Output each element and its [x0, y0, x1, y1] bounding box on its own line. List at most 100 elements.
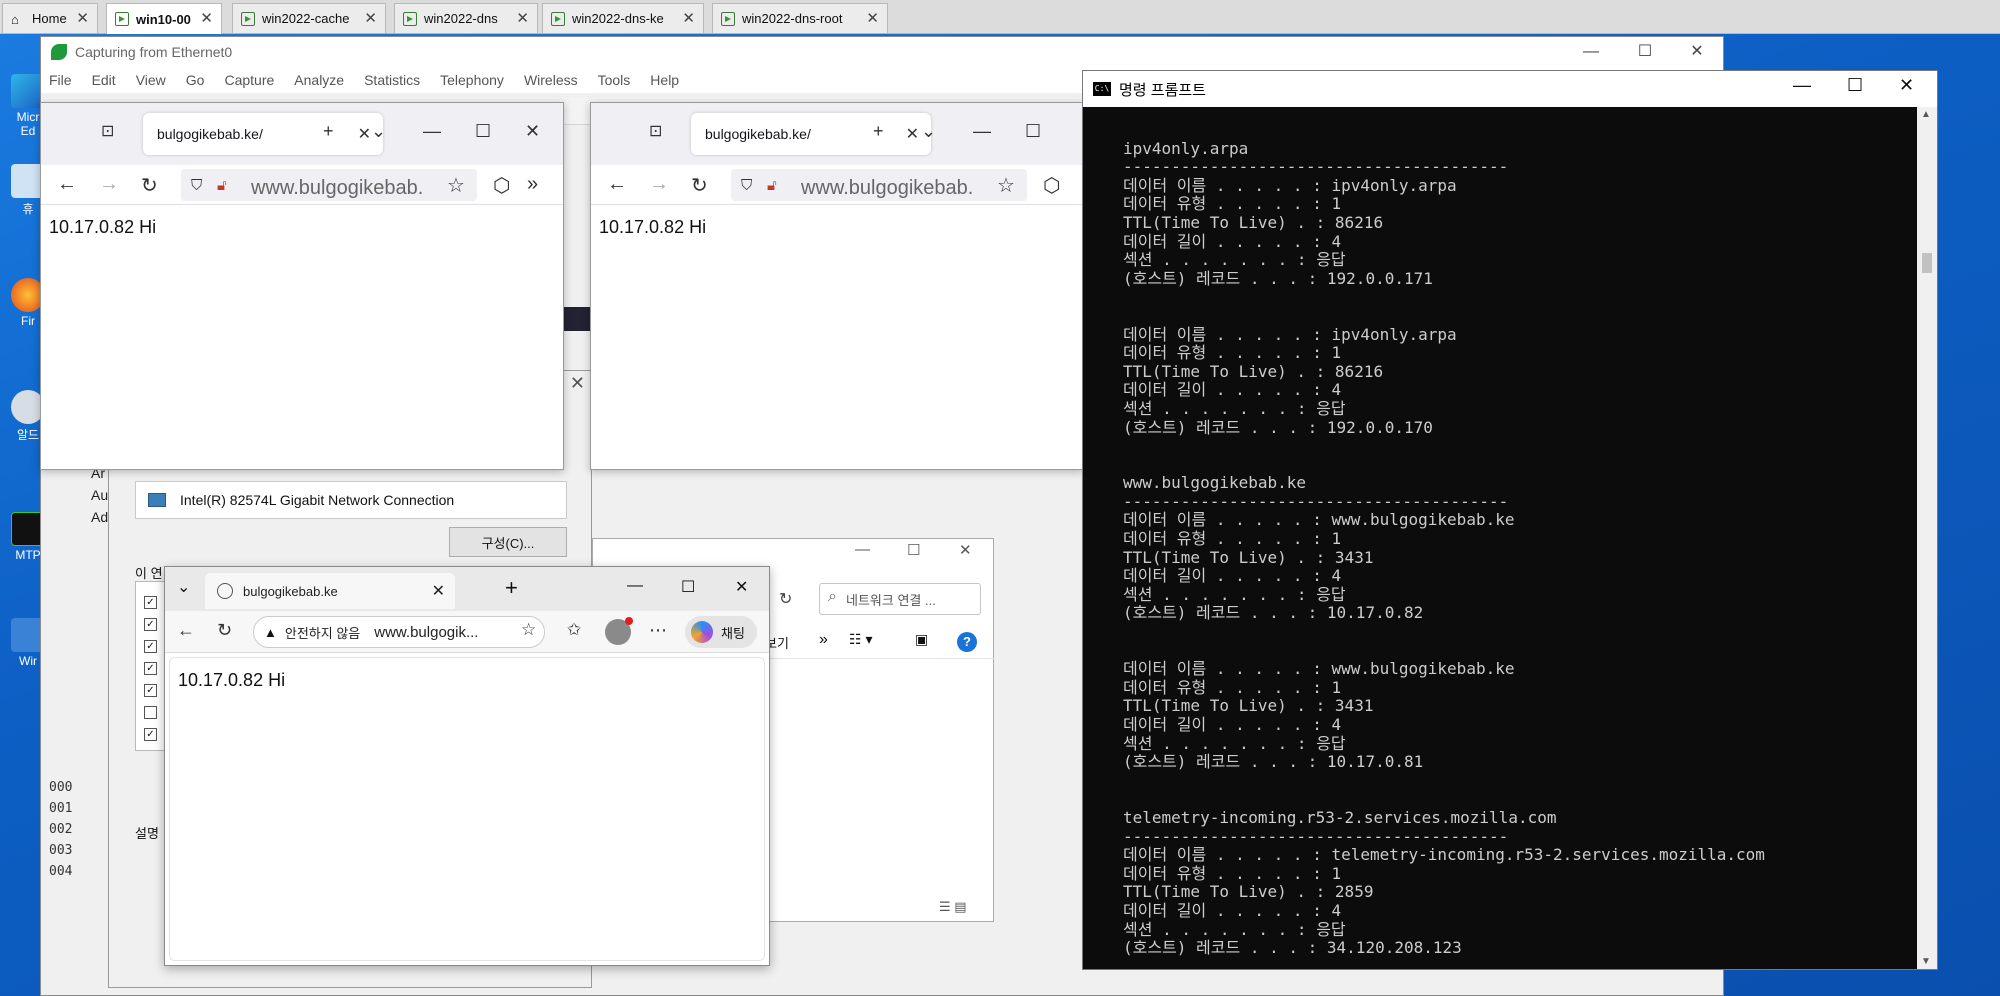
new-tab-icon[interactable]: +: [323, 121, 334, 142]
chevron-down-icon[interactable]: ⌄: [177, 577, 190, 597]
close-icon[interactable]: ✕: [866, 9, 879, 27]
extensions-icon[interactable]: ⬡: [493, 173, 510, 198]
firefox-tab[interactable]: bulgogikebab.ke/ ✕: [691, 113, 931, 155]
close-icon[interactable]: ✕: [1899, 75, 1914, 96]
details-view-icon[interactable]: ☰ ▤: [939, 899, 967, 915]
close-icon[interactable]: ✕: [570, 373, 585, 394]
chevron-down-icon[interactable]: ⌄: [921, 121, 936, 142]
menu-go[interactable]: Go: [186, 72, 205, 88]
extensions-icon[interactable]: ⬡: [1043, 173, 1060, 198]
maximize-icon[interactable]: ☐: [907, 541, 920, 559]
close-icon[interactable]: ✕: [735, 577, 748, 597]
close-icon[interactable]: ✕: [200, 9, 213, 27]
shield-icon[interactable]: ⛉: [191, 177, 202, 194]
cmd-scrollbar[interactable]: ▲ ▼: [1917, 107, 1937, 969]
forward-icon[interactable]: →: [99, 173, 119, 196]
bookmark-star-icon[interactable]: ☆: [997, 173, 1015, 198]
reload-icon[interactable]: ↻: [141, 173, 158, 198]
vm-tab-win2022-dns-root[interactable]: win2022-dns-root ✕: [712, 3, 888, 33]
menu-edit[interactable]: Edit: [92, 72, 116, 88]
refresh-icon[interactable]: ↻: [779, 589, 792, 609]
checkbox[interactable]: ✓: [144, 662, 157, 675]
menu-statistics[interactable]: Statistics: [364, 72, 420, 88]
close-icon[interactable]: ✕: [525, 121, 540, 142]
back-icon[interactable]: ←: [177, 620, 195, 641]
menu-wireless[interactable]: Wireless: [524, 72, 578, 88]
maximize-icon[interactable]: ☐: [1847, 75, 1863, 96]
maximize-icon[interactable]: ☐: [1025, 121, 1041, 142]
search-input[interactable]: 네트워크 연결 ...: [819, 583, 981, 615]
vm-tab-win2022-cache[interactable]: win2022-cache ✕: [232, 3, 386, 33]
menu-help[interactable]: Help: [650, 72, 679, 88]
menu-file[interactable]: File: [49, 72, 72, 88]
tab-groups-icon[interactable]: ⊡: [649, 121, 662, 141]
configure-button[interactable]: 구성(C)...: [449, 527, 567, 557]
url-bar[interactable]: ▲ 안전하지 않음 www.bulgogik...: [253, 616, 545, 648]
reload-icon[interactable]: ↻: [691, 173, 708, 198]
checkbox[interactable]: ✓: [144, 618, 157, 631]
close-icon[interactable]: ✕: [959, 541, 972, 559]
maximize-icon[interactable]: ☐: [475, 121, 491, 142]
scroll-down-icon[interactable]: ▼: [1921, 956, 1931, 967]
close-icon[interactable]: ✕: [1677, 37, 1717, 67]
insecure-lock-icon[interactable]: 🔓︎: [217, 177, 227, 194]
bookmark-star-icon[interactable]: ☆: [447, 173, 465, 198]
minimize-icon[interactable]: —: [1571, 37, 1611, 67]
reload-icon[interactable]: ↻: [217, 620, 232, 641]
minimize-icon[interactable]: —: [627, 577, 643, 595]
favorites-icon[interactable]: ✩: [567, 620, 581, 640]
tab-groups-icon[interactable]: ⊡: [101, 121, 114, 141]
forward-icon[interactable]: →: [649, 173, 669, 196]
view-options-icon[interactable]: ☷ ▾: [849, 631, 872, 648]
url-bar[interactable]: ⛉ 🔓︎ www.bulgogikebab.: [731, 169, 1027, 201]
vm-tab-win2022-dns[interactable]: win2022-dns ✕: [394, 3, 538, 33]
vm-tab-win10-00[interactable]: win10-00 ✕: [106, 3, 222, 34]
menu-tools[interactable]: Tools: [598, 72, 631, 88]
menu-analyze[interactable]: Analyze: [294, 72, 344, 88]
preview-pane-icon[interactable]: ▣: [915, 631, 928, 648]
firefox-tab[interactable]: bulgogikebab.ke/ ✕: [143, 113, 383, 155]
bookmark-star-icon[interactable]: ☆: [521, 620, 536, 640]
scroll-thumb[interactable]: [1922, 253, 1932, 273]
minimize-icon[interactable]: —: [855, 541, 870, 558]
minimize-icon[interactable]: —: [423, 121, 441, 142]
checkbox[interactable]: ✓: [144, 728, 157, 741]
checkbox[interactable]: [144, 706, 157, 719]
more-chevron-icon[interactable]: »: [819, 631, 828, 649]
menu-telephony[interactable]: Telephony: [440, 72, 504, 88]
shield-icon[interactable]: ⛉: [741, 177, 752, 194]
close-icon[interactable]: ✕: [358, 124, 371, 144]
close-icon[interactable]: ✕: [906, 124, 919, 144]
insecure-lock-icon[interactable]: 🔓︎: [767, 177, 777, 194]
checkbox[interactable]: ✓: [144, 684, 157, 697]
checkbox[interactable]: ✓: [144, 640, 157, 653]
help-icon[interactable]: ?: [957, 632, 977, 652]
close-icon[interactable]: ✕: [76, 9, 89, 27]
vm-tab-win2022-dns-ke[interactable]: win2022-dns-ke ✕: [542, 3, 704, 33]
copilot-chat-button[interactable]: 채팅: [685, 616, 757, 648]
close-icon[interactable]: ✕: [432, 581, 445, 601]
menu-view[interactable]: View: [136, 72, 166, 88]
close-icon[interactable]: ✕: [682, 9, 695, 27]
minimize-icon[interactable]: —: [973, 121, 991, 142]
overflow-icon[interactable]: »: [527, 173, 538, 196]
close-icon[interactable]: ✕: [364, 9, 377, 27]
new-tab-icon[interactable]: +: [505, 575, 518, 601]
back-icon[interactable]: ←: [607, 173, 627, 196]
warning-icon[interactable]: ▲: [264, 625, 277, 640]
maximize-icon[interactable]: ☐: [1625, 37, 1665, 67]
new-tab-icon[interactable]: +: [873, 121, 884, 142]
more-options-icon[interactable]: ⋯: [649, 620, 667, 641]
edge-tab[interactable]: bulgogikebab.ke ✕: [205, 573, 455, 609]
url-bar[interactable]: ⛉ 🔓︎ www.bulgogikebab.: [181, 169, 477, 201]
back-icon[interactable]: ←: [57, 173, 77, 196]
chevron-down-icon[interactable]: ⌄: [371, 121, 386, 142]
scroll-up-icon[interactable]: ▲: [1921, 109, 1931, 120]
minimize-icon[interactable]: —: [1793, 75, 1811, 96]
menu-capture[interactable]: Capture: [224, 72, 274, 88]
checkbox[interactable]: ✓: [144, 596, 157, 609]
insecure-label[interactable]: 안전하지 않음: [285, 623, 360, 642]
maximize-icon[interactable]: ☐: [681, 577, 695, 597]
close-icon[interactable]: ✕: [516, 9, 529, 27]
vm-tab-home[interactable]: ⌂ Home ✕: [2, 3, 98, 33]
